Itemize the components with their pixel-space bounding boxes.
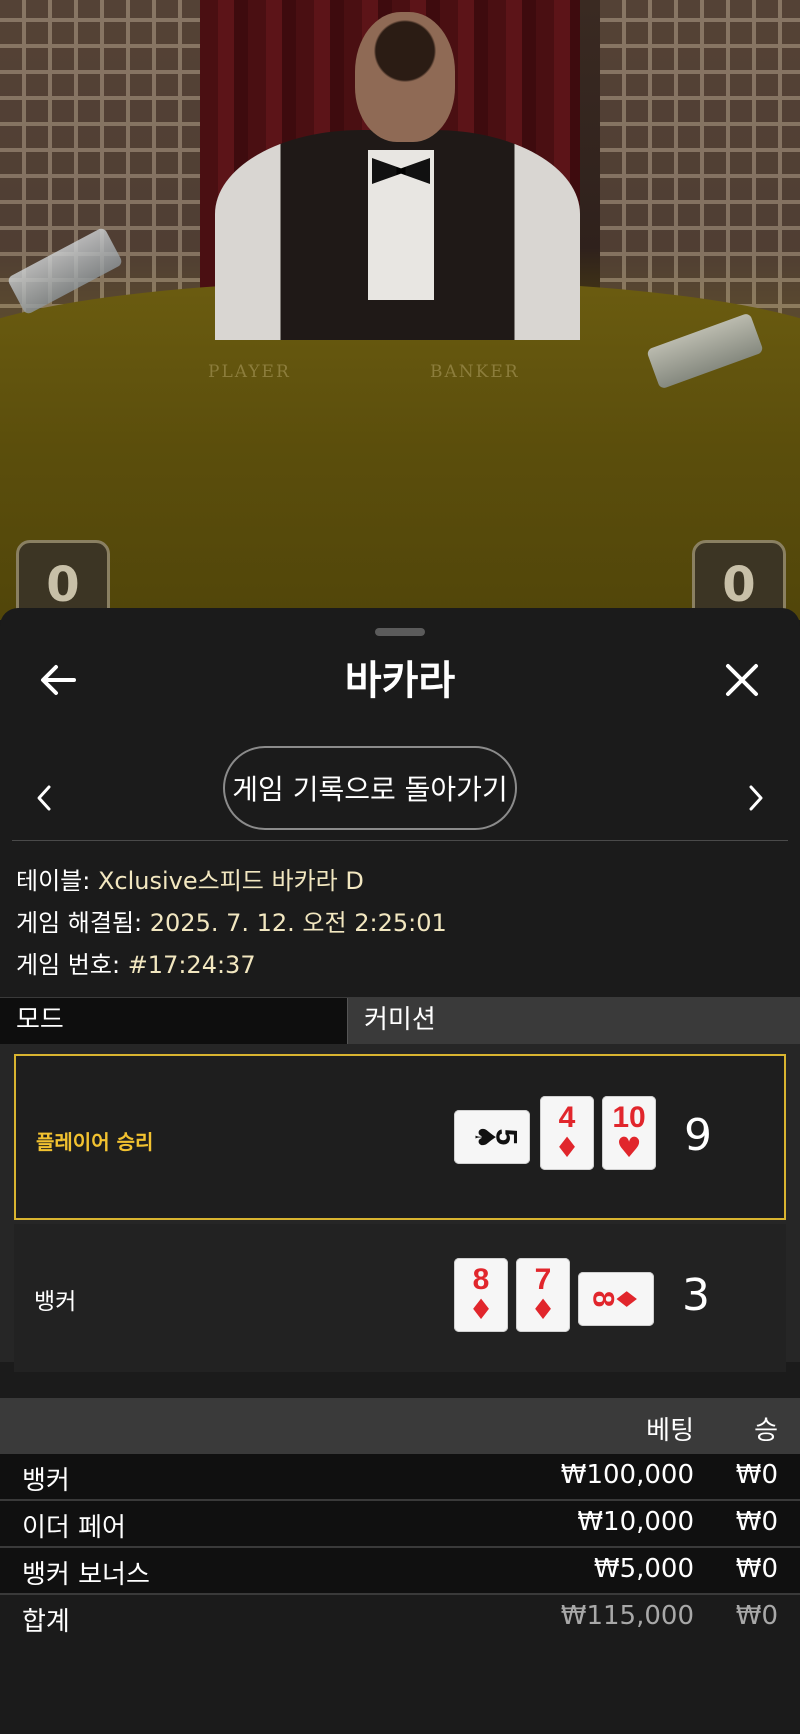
page-title: 바카라 <box>344 658 456 704</box>
bet-amount: ₩10,000 <box>577 1507 694 1537</box>
card-rank: 8 <box>472 1263 490 1296</box>
back-to-history-button[interactable]: 게임 기록으로 돌아가기 <box>223 746 517 830</box>
win-amount: ₩0 <box>735 1507 778 1537</box>
total-label: 합계 <box>22 1607 70 1637</box>
lattice-screen-right <box>600 0 800 330</box>
game-number-row: 게임 번호: #17:24:37 <box>16 944 447 986</box>
column-header-bet: 베팅 <box>646 1416 694 1446</box>
chevron-left-icon <box>37 785 51 811</box>
table-info-row: 테이블: Xclusive스피드 바카라 D <box>16 860 447 902</box>
player-card-2: 4 ♦ <box>540 1096 594 1170</box>
resolved-info-row: 게임 해결됨: 2025. 7. 12. 오전 2:25:01 <box>16 902 447 944</box>
player-card-3: 10 ♥ <box>602 1096 656 1170</box>
next-game-button[interactable] <box>736 768 776 828</box>
banker-result-row: 뱅커 8 ♦ 7 ♦ 8 ♦ 3 <box>14 1224 786 1372</box>
card-rank: 7 <box>534 1263 552 1296</box>
close-icon <box>726 664 758 696</box>
previous-game-button[interactable] <box>24 768 64 828</box>
table-row: 뱅커 보너스 ₩5,000 ₩0 <box>0 1548 800 1595</box>
banker-card-3: 8 ♦ <box>578 1272 654 1326</box>
game-info: 테이블: Xclusive스피드 바카라 D 게임 해결됨: 2025. 7. … <box>16 860 447 986</box>
card-suit: ♦ <box>530 1293 556 1326</box>
card-rank: 4 <box>558 1101 576 1134</box>
card-suit: ♦ <box>468 1293 494 1326</box>
column-header-win: 승 <box>754 1416 778 1446</box>
banker-score: 3 <box>682 1270 710 1321</box>
divider <box>12 840 788 841</box>
bet-name: 뱅커 <box>22 1466 70 1496</box>
mode-tabs: 모드 커미션 <box>0 997 800 1045</box>
felt-label-banker: BANKER <box>430 362 520 382</box>
bet-name: 뱅커 보너스 <box>22 1560 150 1590</box>
bet-amount: ₩100,000 <box>560 1460 694 1490</box>
card-suit: ♥ <box>616 1131 642 1164</box>
player-result-label: 플레이어 승리 <box>36 1130 154 1154</box>
table-row: 뱅커 ₩100,000 ₩0 <box>0 1454 800 1501</box>
card-suit: ♦ <box>609 1286 643 1312</box>
table-label: 테이블: <box>16 867 91 895</box>
tab-mode[interactable]: 모드 <box>0 998 348 1044</box>
game-number-label: 게임 번호: <box>16 951 121 979</box>
bet-amount: ₩5,000 <box>593 1554 694 1584</box>
card-suit: ♦ <box>554 1131 580 1164</box>
resolved-value: 2025. 7. 12. 오전 2:25:01 <box>149 909 447 937</box>
table-value: Xclusive스피드 바카라 D <box>97 867 364 895</box>
bet-name: 이더 페어 <box>22 1513 126 1543</box>
drag-handle[interactable] <box>375 628 425 636</box>
bets-table-header: 베팅 승 <box>0 1398 800 1454</box>
table-row: 이더 페어 ₩10,000 ₩0 <box>0 1501 800 1548</box>
player-result-row: 플레이어 승리 ♠ 5 4 ♦ 10 ♥ 9 <box>14 1054 786 1220</box>
card-rank: 10 <box>612 1101 646 1134</box>
dealer-head <box>355 12 455 142</box>
resolved-label: 게임 해결됨: <box>16 909 143 937</box>
win-amount: ₩0 <box>735 1554 778 1584</box>
total-bet-amount: ₩115,000 <box>560 1601 694 1631</box>
chevron-right-icon <box>749 785 763 811</box>
game-detail-sheet: 바카라 게임 기록으로 돌아가기 테이블: Xclusive스피드 바카라 D … <box>0 608 800 1734</box>
card-rank: 5 <box>489 1128 523 1146</box>
player-score: 9 <box>684 1110 712 1161</box>
round-results: 플레이어 승리 ♠ 5 4 ♦ 10 ♥ 9 뱅커 8 ♦ 7 ♦ 8 ♦ 3 <box>0 1044 800 1372</box>
banker-card-1: 8 ♦ <box>454 1258 508 1332</box>
game-number-value: #17:24:37 <box>127 951 256 979</box>
win-amount: ₩0 <box>735 1460 778 1490</box>
tab-commission[interactable]: 커미션 <box>348 998 800 1044</box>
banker-result-label: 뱅커 <box>34 1289 77 1315</box>
felt-label-player: PLAYER <box>208 362 291 382</box>
total-win-amount: ₩0 <box>735 1601 778 1631</box>
total-row: 합계 ₩115,000 ₩0 <box>0 1595 800 1640</box>
close-button[interactable] <box>712 650 772 710</box>
player-card-1: ♠ 5 <box>454 1110 530 1164</box>
banker-card-2: 7 ♦ <box>516 1258 570 1332</box>
bets-table: 베팅 승 뱅커 ₩100,000 ₩0 이더 페어 ₩10,000 ₩0 뱅커 … <box>0 1398 800 1640</box>
live-video-feed: PLAYER BANKER 0 0 <box>0 0 800 620</box>
